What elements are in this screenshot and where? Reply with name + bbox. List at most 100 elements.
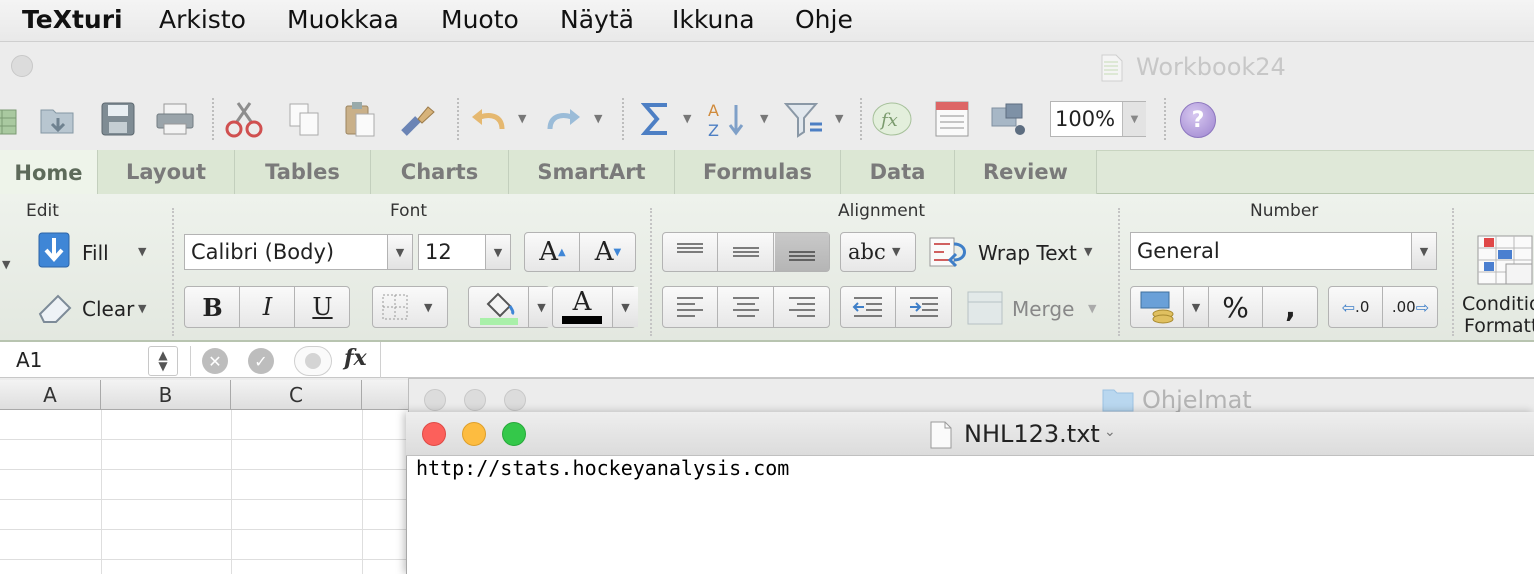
format-painter-icon[interactable] (398, 98, 438, 140)
increase-indent-button[interactable] (897, 287, 951, 327)
column-header-d[interactable] (362, 380, 410, 410)
menu-item-ohje[interactable]: Ohje (795, 5, 853, 34)
name-box-stepper[interactable]: ▲ ▼ (148, 346, 178, 376)
accounting-dropdown-caret[interactable]: ▼ (1183, 287, 1209, 327)
zoom-button[interactable] (502, 422, 526, 446)
align-middle-button[interactable] (719, 233, 774, 271)
fill-color-dropdown-caret[interactable]: ▼ (528, 287, 554, 327)
conditional-formatting-label-1[interactable]: Conditio (1462, 293, 1534, 315)
merge-dropdown-caret[interactable]: ▼ (1088, 302, 1096, 315)
conditional-formatting-icon[interactable] (1476, 234, 1534, 286)
eraser-icon[interactable] (36, 292, 74, 324)
align-center-button[interactable] (719, 287, 774, 327)
wrap-text-dropdown-caret[interactable]: ▼ (1084, 245, 1092, 258)
shrink-font-button[interactable]: A ▼ (581, 233, 635, 271)
redo-icon[interactable] (544, 98, 584, 140)
finder-close-button[interactable] (424, 389, 446, 411)
column-header-a[interactable]: A (0, 380, 101, 410)
menu-item-nayta[interactable]: Näytä (560, 5, 634, 34)
menu-item-arkisto[interactable]: Arkisto (159, 5, 246, 34)
tab-smartart[interactable]: SmartArt (509, 150, 675, 194)
chevron-down-icon[interactable]: ⌄ (1104, 424, 1116, 440)
menu-app-name[interactable]: TeXturi (22, 5, 123, 34)
undo-dropdown-caret[interactable]: ▼ (518, 112, 526, 125)
font-color-dropdown-caret[interactable]: ▼ (612, 287, 638, 327)
tab-home[interactable]: Home (0, 150, 98, 195)
align-right-button[interactable] (775, 287, 829, 327)
tab-review[interactable]: Review (955, 150, 1097, 194)
merge-button[interactable]: Merge (1012, 297, 1074, 321)
menu-item-ikkuna[interactable]: Ikkuna (672, 5, 755, 34)
menu-item-muokkaa[interactable]: Muokkaa (287, 5, 399, 34)
fill-down-icon[interactable] (38, 232, 70, 268)
formula-input[interactable] (382, 344, 1534, 376)
undo-icon[interactable] (468, 98, 508, 140)
copy-icon[interactable] (284, 98, 324, 140)
sort-dropdown-caret[interactable]: ▼ (760, 112, 768, 125)
font-size-dropdown-caret[interactable]: ▼ (485, 234, 511, 270)
underline-button[interactable]: U (296, 287, 349, 327)
open-folder-icon[interactable] (38, 98, 78, 140)
borders-dropdown-caret[interactable]: ▼ (424, 301, 432, 314)
number-format-field[interactable]: General (1130, 232, 1412, 270)
filter-icon[interactable] (784, 98, 824, 140)
filter-dropdown-caret[interactable]: ▼ (835, 112, 843, 125)
finder-zoom-button[interactable] (504, 389, 526, 411)
text-editor-title[interactable]: NHL123.txt (964, 420, 1100, 448)
workbook-close-button[interactable] (11, 55, 33, 77)
zoom-dropdown-caret[interactable]: ▼ (1122, 102, 1146, 136)
save-icon[interactable] (98, 98, 138, 140)
percent-button[interactable]: % (1209, 287, 1263, 327)
comma-style-button[interactable]: , (1264, 287, 1317, 327)
media-browser-icon[interactable] (990, 98, 1030, 140)
accounting-format-button[interactable] (1131, 287, 1183, 327)
new-sheet-icon[interactable] (0, 98, 22, 140)
insert-function-icon[interactable]: fx (872, 98, 912, 140)
tab-charts[interactable]: Charts (371, 150, 509, 194)
decrease-decimals-button[interactable]: .00 ⇨ (1384, 287, 1437, 327)
align-left-button[interactable] (663, 287, 718, 327)
formula-toggle-icon[interactable] (294, 346, 332, 376)
number-format-dropdown-caret[interactable]: ▼ (1411, 232, 1437, 270)
tab-layout[interactable]: Layout (98, 150, 235, 194)
insert-function-button[interactable]: fx (344, 345, 367, 371)
text-editor-content[interactable]: http://stats.hockeyanalysis.com (416, 456, 789, 480)
orientation-dropdown-caret[interactable]: ▼ (892, 245, 900, 258)
tab-data[interactable]: Data (841, 150, 955, 194)
font-name-field[interactable]: Calibri (Body) (184, 234, 388, 270)
column-header-c[interactable]: C (231, 380, 362, 410)
conditional-formatting-label-2[interactable]: Formatt (1464, 315, 1534, 337)
align-top-button[interactable] (663, 233, 718, 271)
column-header-b[interactable]: B (101, 380, 231, 410)
sort-icon[interactable]: AZ (706, 98, 746, 140)
edit-overflow-caret[interactable]: ▼ (2, 258, 10, 271)
italic-button[interactable]: I (241, 287, 295, 327)
decrease-indent-button[interactable] (841, 287, 896, 327)
bold-button[interactable]: B (186, 287, 240, 327)
cancel-entry-icon[interactable]: ✕ (202, 348, 228, 374)
tab-tables[interactable]: Tables (235, 150, 371, 194)
increase-decimals-button[interactable]: ⇦ .0 (1329, 287, 1383, 327)
fill-button[interactable]: Fill (82, 241, 109, 265)
help-button[interactable]: ? (1180, 102, 1216, 138)
align-bottom-button[interactable] (775, 233, 829, 271)
fill-dropdown-caret[interactable]: ▼ (138, 245, 146, 258)
font-name-dropdown-caret[interactable]: ▼ (387, 234, 413, 270)
wrap-text-button[interactable]: Wrap Text (978, 241, 1077, 265)
gallery-icon[interactable] (932, 98, 972, 140)
grow-font-button[interactable]: A ▲ (526, 233, 580, 271)
finder-minimize-button[interactable] (464, 389, 486, 411)
paste-icon[interactable] (340, 98, 380, 140)
clear-dropdown-caret[interactable]: ▼ (138, 302, 146, 315)
redo-dropdown-caret[interactable]: ▼ (594, 112, 602, 125)
print-icon[interactable] (155, 98, 195, 140)
font-size-field[interactable]: 12 (418, 234, 486, 270)
autosum-icon[interactable] (636, 98, 676, 140)
minimize-button[interactable] (462, 422, 486, 446)
cut-icon[interactable] (224, 98, 264, 140)
tab-formulas[interactable]: Formulas (675, 150, 841, 194)
menu-item-muoto[interactable]: Muoto (441, 5, 519, 34)
close-button[interactable] (422, 422, 446, 446)
autosum-dropdown-caret[interactable]: ▼ (683, 112, 691, 125)
clear-button[interactable]: Clear (82, 297, 134, 321)
